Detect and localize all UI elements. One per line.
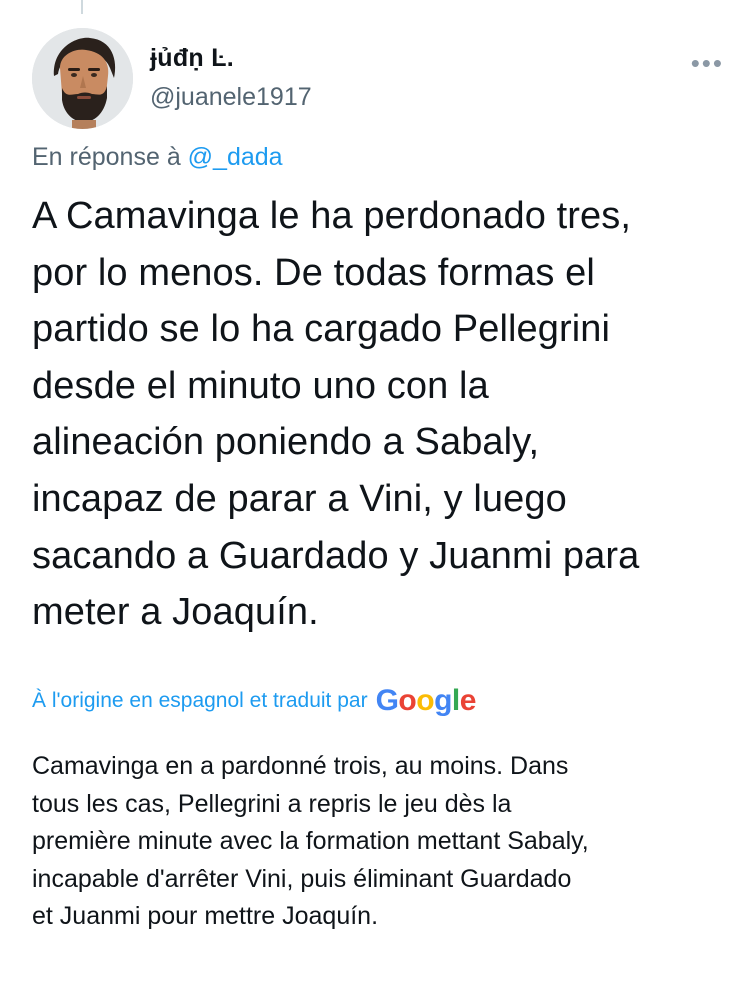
more-options-icon[interactable]: ••• <box>691 50 724 76</box>
google-logo-letter: g <box>434 684 452 717</box>
google-logo-letter: o <box>398 684 417 717</box>
translated-text-line: Camavinga en a pardonné trois, au moins.… <box>32 752 569 780</box>
tweet-text-line: partido se lo ha cargado Pellegrini <box>32 308 611 351</box>
google-logo: Google <box>375 684 477 717</box>
tweet-text-line: incapaz de parar a Vini, y luego <box>32 477 567 520</box>
tweet-text: A Camavinga le ha perdonado tres, por lo… <box>32 188 722 641</box>
avatar-image <box>32 28 133 129</box>
translated-text-line: tous les cas, Pellegrini a repris le jeu… <box>32 789 512 818</box>
google-logo-letter: l <box>451 684 460 717</box>
tweet-header: ɉủđṇ Ŀ. @juanele1917 ••• <box>32 28 724 130</box>
display-name[interactable]: ɉủđṇ Ŀ. <box>150 44 234 73</box>
translated-text-line: et Juanmi pour mettre Joaquín. <box>32 902 379 930</box>
avatar[interactable] <box>32 28 133 129</box>
translation-attribution-label: À l'origine en espagnol et traduit par <box>32 689 368 712</box>
reply-prefix: En réponse à <box>32 143 181 171</box>
tweet-text-line: A Camavinga le ha perdonado tres, <box>32 195 632 237</box>
translation-attribution-link[interactable]: À l'origine en espagnol et traduit par G… <box>32 686 476 716</box>
reply-context: En réponse à @_dada <box>32 143 283 172</box>
translated-text: Camavinga en a pardonné trois, au moins.… <box>32 748 722 936</box>
translated-text-line: première minute avec la formation mettan… <box>32 827 589 855</box>
tweet-text-line: sacando a Guardado y Juanmi para <box>32 534 640 577</box>
translated-text-line: incapable d'arrêter Vini, puis éliminant… <box>32 864 572 893</box>
google-logo-letter: o <box>416 684 435 717</box>
tweet-text-line: por lo menos. De todas formas el <box>32 251 595 294</box>
tweet-text-line: meter a Joaquín. <box>32 591 319 634</box>
reply-mention-link[interactable]: @_dada <box>188 143 283 171</box>
tweet-text-line: alineación poniendo a Sabaly, <box>32 421 540 464</box>
tweet-text-line: desde el minuto uno con la <box>32 364 489 407</box>
google-logo-letter: e <box>459 684 477 717</box>
user-handle[interactable]: @juanele1917 <box>150 83 312 112</box>
google-logo-letter: G <box>375 684 399 717</box>
thread-connector-line <box>81 0 83 14</box>
